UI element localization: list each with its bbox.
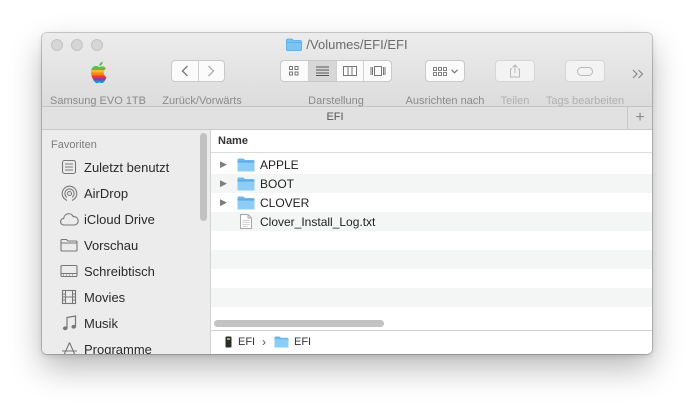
sidebar-item-movies[interactable]: Movies [59,287,125,307]
folder-icon [59,236,79,254]
apple-rainbow-icon [88,60,110,89]
file-name: Clover_Install_Log.txt [260,214,376,229]
list-icon [315,66,329,76]
arrange-label: Ausrichten nach [405,95,485,107]
film-icon [59,288,79,306]
chevron-right-icon [208,65,215,77]
path-item-volume[interactable]: EFI [225,336,255,348]
list-row-apple[interactable]: ▶ APPLE [211,155,652,174]
finder-window: /Volumes/EFI/EFI Samsung EVO 1TB Zurück/… [42,33,652,354]
tab-bar: EFI + [42,107,652,130]
text-file-icon [237,214,255,229]
list-row-clover[interactable]: ▶ CLOVER [211,193,652,212]
sidebar-item-icloud[interactable]: iCloud Drive [59,209,155,229]
sidebar: Favoriten Zuletzt benutzt AirDrop iCloud… [42,130,211,354]
tags-label: Tags bearbeiten [545,95,625,107]
columns-icon [342,66,357,76]
folder-icon [237,177,255,191]
sidebar-scrollbar[interactable] [200,133,207,221]
sidebar-item-vorschau[interactable]: Vorschau [59,235,138,255]
sidebar-item-desktop[interactable]: Schreibtisch [59,261,155,281]
back-button[interactable] [172,61,199,81]
forward-button[interactable] [199,61,225,81]
sidebar-item-apps[interactable]: Programme [59,339,152,354]
apps-icon [59,340,79,354]
drive-icon [225,336,232,348]
path-item-folder[interactable]: EFI [274,336,311,348]
view-segment [280,60,392,82]
sidebar-header-favorites: Favoriten [51,139,97,151]
tags-button[interactable] [565,60,605,82]
gallery-view-button[interactable] [364,61,391,81]
desktop-icon [59,262,79,280]
path-separator: › [262,335,266,349]
chevron-down-icon [450,68,458,74]
airdrop-icon [59,184,79,202]
path-bar: EFI › EFI [211,330,652,354]
window-title: /Volumes/EFI/EFI [42,37,652,55]
share-button[interactable] [495,60,535,82]
arrange-button[interactable] [425,60,465,82]
icon-view-button[interactable] [281,61,309,81]
view-label: Darstellung [308,95,364,107]
chevron-left-icon [181,65,188,77]
new-tab-button[interactable]: + [627,107,652,129]
music-icon [59,314,79,332]
coverflow-icon [370,66,386,76]
folder-icon [237,158,255,172]
sidebar-item-airdrop[interactable]: AirDrop [59,183,128,203]
sidebar-item-label: Schreibtisch [84,263,155,279]
sidebar-item-recents[interactable]: Zuletzt benutzt [59,157,169,177]
window-title-text: /Volumes/EFI/EFI [306,37,408,52]
file-name: APPLE [260,157,299,172]
disclosure-triangle-icon[interactable]: ▶ [220,197,229,208]
folder-icon [286,38,303,55]
list-row-boot[interactable]: ▶ BOOT [211,174,652,193]
sidebar-item-label: iCloud Drive [84,211,155,227]
share-icon [510,64,520,78]
arrange-grid-icon [432,66,447,76]
nav-segment [171,60,225,82]
toolbar-overflow-button[interactable] [632,66,644,82]
share-label: Teilen [500,95,530,107]
plus-icon: + [635,109,645,126]
disclosure-triangle-icon[interactable]: ▶ [220,178,229,189]
file-list: Name ▶ APPLE ▶ BOOT ▶ CLOVER Clover_Inst… [211,130,652,330]
double-chevron-icon [632,69,644,79]
recents-icon [59,158,79,176]
grid-icon [289,66,299,76]
device-label: Samsung EVO 1TB [50,95,146,107]
nav-label: Zurück/Vorwärts [162,95,242,107]
sidebar-item-label: Programme [84,341,152,355]
cloud-icon [59,210,79,228]
sidebar-item-label: Movies [84,289,126,305]
tab-efi[interactable]: EFI [42,111,628,123]
list-view-button[interactable] [308,61,337,81]
tag-icon [577,66,593,76]
folder-icon [274,336,289,348]
sidebar-item-label: AirDrop [84,185,129,201]
list-row-clover-log[interactable]: Clover_Install_Log.txt [211,212,652,231]
horizontal-scrollbar[interactable] [214,320,384,327]
sidebar-item-label: Vorschau [84,237,139,253]
sidebar-item-label: Musik [84,315,118,331]
sidebar-item-music[interactable]: Musik [59,313,118,333]
sidebar-item-label: Zuletzt benutzt [84,159,170,175]
folder-icon [237,196,255,210]
file-name: BOOT [260,176,295,191]
column-view-button[interactable] [337,61,365,81]
file-name: CLOVER [260,195,310,210]
titlebar: /Volumes/EFI/EFI Samsung EVO 1TB Zurück/… [42,33,652,107]
column-header-name[interactable]: Name [211,130,652,153]
disclosure-triangle-icon[interactable]: ▶ [220,159,229,170]
